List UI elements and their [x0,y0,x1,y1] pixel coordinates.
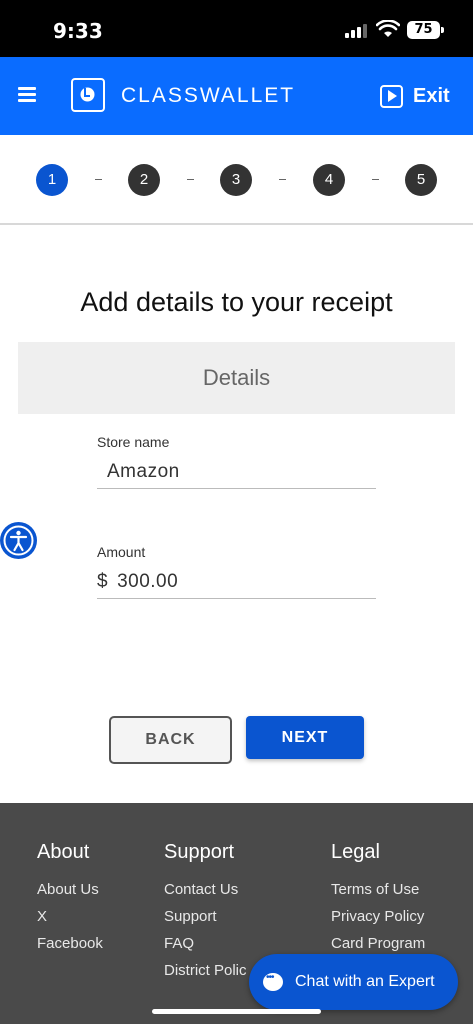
footer-link-contact-us[interactable]: Contact Us [164,881,247,898]
exit-button[interactable]: Exit [380,82,450,110]
step-4[interactable]: 4 [313,164,345,196]
wifi-icon [376,20,400,37]
step-separator [95,179,102,180]
page-title: Add details to your receipt [80,287,393,317]
footer-link-support[interactable]: Support [164,908,247,925]
accessibility-icon [3,525,34,556]
status-bar: 9:33 75 [0,0,473,57]
footer-link-x[interactable]: X [37,908,103,925]
footer-link-facebook[interactable]: Facebook [37,935,103,952]
store-name-input[interactable]: Amazon [97,455,376,489]
chat-icon [263,972,283,991]
footer-heading-about: About [37,841,90,863]
footer-about: About About Us X Facebook [37,841,103,962]
footer-heading-support: Support [164,841,235,863]
logo-text: CLASSWALLET [121,84,296,107]
currency-symbol: $ [97,571,109,592]
chat-label: Chat with an Expert [295,973,435,990]
chat-with-expert-button[interactable]: Chat with an Expert [249,954,458,1010]
footer-link-district-policy[interactable]: District Polic [164,962,247,979]
amount-value: 300.00 [117,571,179,592]
battery-nub [441,27,444,33]
step-separator [187,179,194,180]
step-1[interactable]: 1 [36,164,68,196]
stepper: 1 2 3 4 5 [0,135,473,225]
status-time: 9:33 [53,19,103,43]
footer-link-privacy[interactable]: Privacy Policy [331,908,425,925]
battery-icon: 75 [407,21,440,39]
exit-icon [380,84,403,108]
step-3[interactable]: 3 [220,164,252,196]
footer-link-about-us[interactable]: About Us [37,881,103,898]
app-header: CLASSWALLET Exit [0,57,473,135]
footer-legal: Legal Terms of Use Privacy Policy Card P… [331,841,425,962]
footer-support: Support Contact Us Support FAQ District … [164,841,247,989]
next-button[interactable]: NEXT [246,716,364,759]
footer-link-card-program[interactable]: Card Program [331,935,425,952]
logo-icon [71,78,105,112]
amount-label: Amount [97,544,146,560]
step-2[interactable]: 2 [128,164,160,196]
footer-link-faq[interactable]: FAQ [164,935,247,952]
footer-heading-legal: Legal [331,841,380,863]
back-button[interactable]: BACK [109,716,232,764]
menu-icon[interactable] [18,87,36,103]
footer-link-terms[interactable]: Terms of Use [331,881,425,898]
step-5[interactable]: 5 [405,164,437,196]
home-indicator [152,1009,321,1014]
store-name-label: Store name [97,434,170,450]
amount-input[interactable]: $ 300.00 [97,565,376,599]
step-separator [279,179,286,180]
details-section-header: Details [18,342,455,414]
exit-label: Exit [413,84,450,107]
step-separator [372,179,379,180]
accessibility-button[interactable] [0,522,37,559]
signal-icon [345,24,369,38]
